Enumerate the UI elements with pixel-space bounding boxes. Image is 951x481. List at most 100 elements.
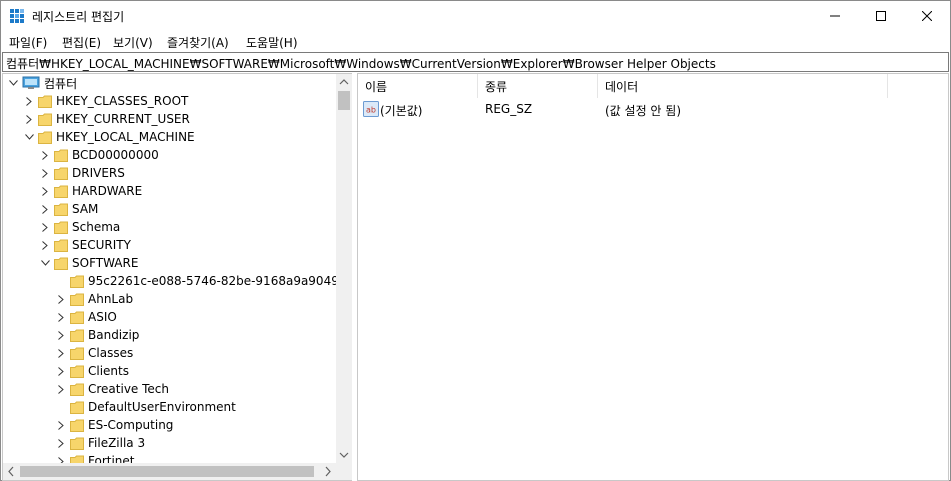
svg-text:ab: ab: [366, 106, 376, 115]
tree-item-label: FileZilla 3: [88, 436, 146, 450]
tree-item-label: Classes: [88, 346, 134, 360]
key-tree-pane[interactable]: 컴퓨터 HKEY_CLASSES_ROOT HKEY_CURRENT_USER …: [2, 73, 353, 481]
value-type: REG_SZ: [485, 102, 533, 116]
folder-icon: [54, 149, 68, 162]
column-header-data[interactable]: 데이터: [598, 74, 888, 98]
tree-item-es-computing[interactable]: ES-Computing: [55, 416, 173, 434]
scrollbar-corner: [336, 463, 352, 480]
chevron-right-icon[interactable]: [55, 290, 67, 308]
scroll-right-arrow-icon[interactable]: [320, 463, 336, 480]
chevron-right-icon[interactable]: [55, 416, 67, 434]
tree-horizontal-scrollbar[interactable]: [3, 463, 336, 480]
tree-item-label: Bandizip: [88, 328, 140, 342]
tree-item-software[interactable]: SOFTWARE: [39, 254, 138, 272]
tree-item-label: Schema: [72, 220, 121, 234]
chevron-right-icon[interactable]: [39, 146, 51, 164]
value-data: (값 설정 안 됨): [605, 104, 682, 118]
tree-item-classes[interactable]: Classes: [55, 344, 133, 362]
chevron-right-icon[interactable]: [39, 236, 51, 254]
chevron-down-icon[interactable]: [39, 254, 51, 272]
folder-icon: [70, 311, 84, 324]
chevron-right-icon[interactable]: [23, 92, 35, 110]
folder-icon: [70, 383, 84, 396]
title-bar[interactable]: 레지스트리 편집기: [1, 1, 950, 31]
maximize-button[interactable]: [858, 1, 904, 31]
folder-icon: [70, 329, 84, 342]
tree-item-hkey-current-user[interactable]: HKEY_CURRENT_USER: [23, 110, 190, 128]
list-item[interactable]: ab (기본값) REG_SZ (값 설정 안 됨): [358, 99, 948, 119]
values-list-pane[interactable]: 이름 종류 데이터 ab (기본값) REG_SZ (값 설정 안 됨): [357, 73, 949, 481]
tree-item-ahnlab[interactable]: AhnLab: [55, 290, 133, 308]
tree-item-95c2261c[interactable]: 95c2261c-e088-5746-82be-9168a9a90499: [55, 272, 346, 290]
column-header-name[interactable]: 이름: [358, 74, 478, 98]
tree-item-hkey-classes-root[interactable]: HKEY_CLASSES_ROOT: [23, 92, 188, 110]
close-button[interactable]: [904, 1, 950, 31]
chevron-right-icon[interactable]: [55, 308, 67, 326]
close-icon: [922, 11, 932, 21]
chevron-right-icon[interactable]: [39, 182, 51, 200]
tree-item-filezilla[interactable]: FileZilla 3: [55, 434, 145, 452]
tree-item-bcd[interactable]: BCD00000000: [39, 146, 159, 164]
menu-edit[interactable]: 편집(E): [62, 34, 101, 51]
tree-item-label: Clients: [88, 364, 129, 378]
address-path[interactable]: 컴퓨터₩HKEY_LOCAL_MACHINE₩SOFTWARE₩Microsof…: [6, 55, 716, 72]
folder-icon: [54, 167, 68, 180]
chevron-right-icon[interactable]: [55, 362, 67, 380]
tree-item-hardware[interactable]: HARDWARE: [39, 182, 142, 200]
folder-icon: [54, 203, 68, 216]
tree-item-clients[interactable]: Clients: [55, 362, 129, 380]
tree-item-label: DefaultUserEnvironment: [88, 400, 236, 414]
menu-file[interactable]: 파일(F): [9, 34, 47, 51]
registry-editor-window: 레지스트리 편집기 파일(F) 편집(E) 보기(V) 즐겨찾기(A) 도움말(…: [0, 0, 951, 481]
tree-item-label: HKEY_CURRENT_USER: [56, 112, 190, 126]
tree-item-bandizip[interactable]: Bandizip: [55, 326, 139, 344]
scroll-up-arrow-icon[interactable]: [336, 74, 352, 90]
tree-item-creative-tech[interactable]: Creative Tech: [55, 380, 169, 398]
tree-vertical-scrollbar[interactable]: [336, 74, 352, 463]
folder-icon: [70, 293, 84, 306]
registry-app-icon: [10, 9, 24, 23]
minimize-icon: [830, 15, 840, 17]
chevron-down-icon[interactable]: [7, 74, 19, 92]
vertical-scroll-thumb[interactable]: [338, 91, 350, 110]
menu-help[interactable]: 도움말(H): [246, 34, 298, 51]
chevron-right-icon[interactable]: [55, 434, 67, 452]
folder-icon: [54, 185, 68, 198]
tree-item-label: SECURITY: [72, 238, 131, 252]
menu-favorites[interactable]: 즐겨찾기(A): [167, 34, 229, 51]
folder-icon: [70, 347, 84, 360]
scroll-left-arrow-icon[interactable]: [3, 463, 19, 480]
menu-bar: 파일(F) 편집(E) 보기(V) 즐겨찾기(A) 도움말(H): [1, 31, 950, 51]
minimize-button[interactable]: [812, 1, 858, 31]
scroll-down-arrow-icon[interactable]: [336, 447, 352, 463]
tree-item-sam[interactable]: SAM: [39, 200, 98, 218]
address-bar[interactable]: 컴퓨터₩HKEY_LOCAL_MACHINE₩SOFTWARE₩Microsof…: [2, 52, 949, 72]
chevron-right-icon[interactable]: [55, 326, 67, 344]
tree-item-asio[interactable]: ASIO: [55, 308, 117, 326]
tree-item-label: SOFTWARE: [72, 256, 139, 270]
chevron-right-icon[interactable]: [39, 200, 51, 218]
column-header-type[interactable]: 종류: [478, 74, 598, 98]
horizontal-scroll-thumb[interactable]: [20, 466, 314, 477]
tree-item-hkey-local-machine[interactable]: HKEY_LOCAL_MACHINE: [23, 128, 195, 146]
maximize-icon: [876, 11, 886, 21]
chevron-right-icon[interactable]: [39, 218, 51, 236]
folder-icon: [70, 419, 84, 432]
chevron-down-icon[interactable]: [23, 128, 35, 146]
folder-icon: [70, 437, 84, 450]
chevron-right-icon[interactable]: [55, 344, 67, 362]
value-name: (기본값): [380, 104, 423, 118]
tree-item-defaultuserenvironment[interactable]: DefaultUserEnvironment: [55, 398, 236, 416]
chevron-right-icon[interactable]: [39, 164, 51, 182]
chevron-right-icon[interactable]: [55, 380, 67, 398]
menu-view[interactable]: 보기(V): [113, 34, 153, 51]
tree-item-label: ES-Computing: [88, 418, 174, 432]
tree-item-label: BCD00000000: [72, 148, 159, 162]
tree-item-computer[interactable]: 컴퓨터: [7, 74, 77, 92]
tree-item-schema[interactable]: Schema: [39, 218, 120, 236]
tree-item-security[interactable]: SECURITY: [39, 236, 131, 254]
chevron-right-icon[interactable]: [23, 110, 35, 128]
tree-item-label: ASIO: [88, 310, 117, 324]
folder-icon: [70, 275, 84, 288]
tree-item-drivers[interactable]: DRIVERS: [39, 164, 125, 182]
